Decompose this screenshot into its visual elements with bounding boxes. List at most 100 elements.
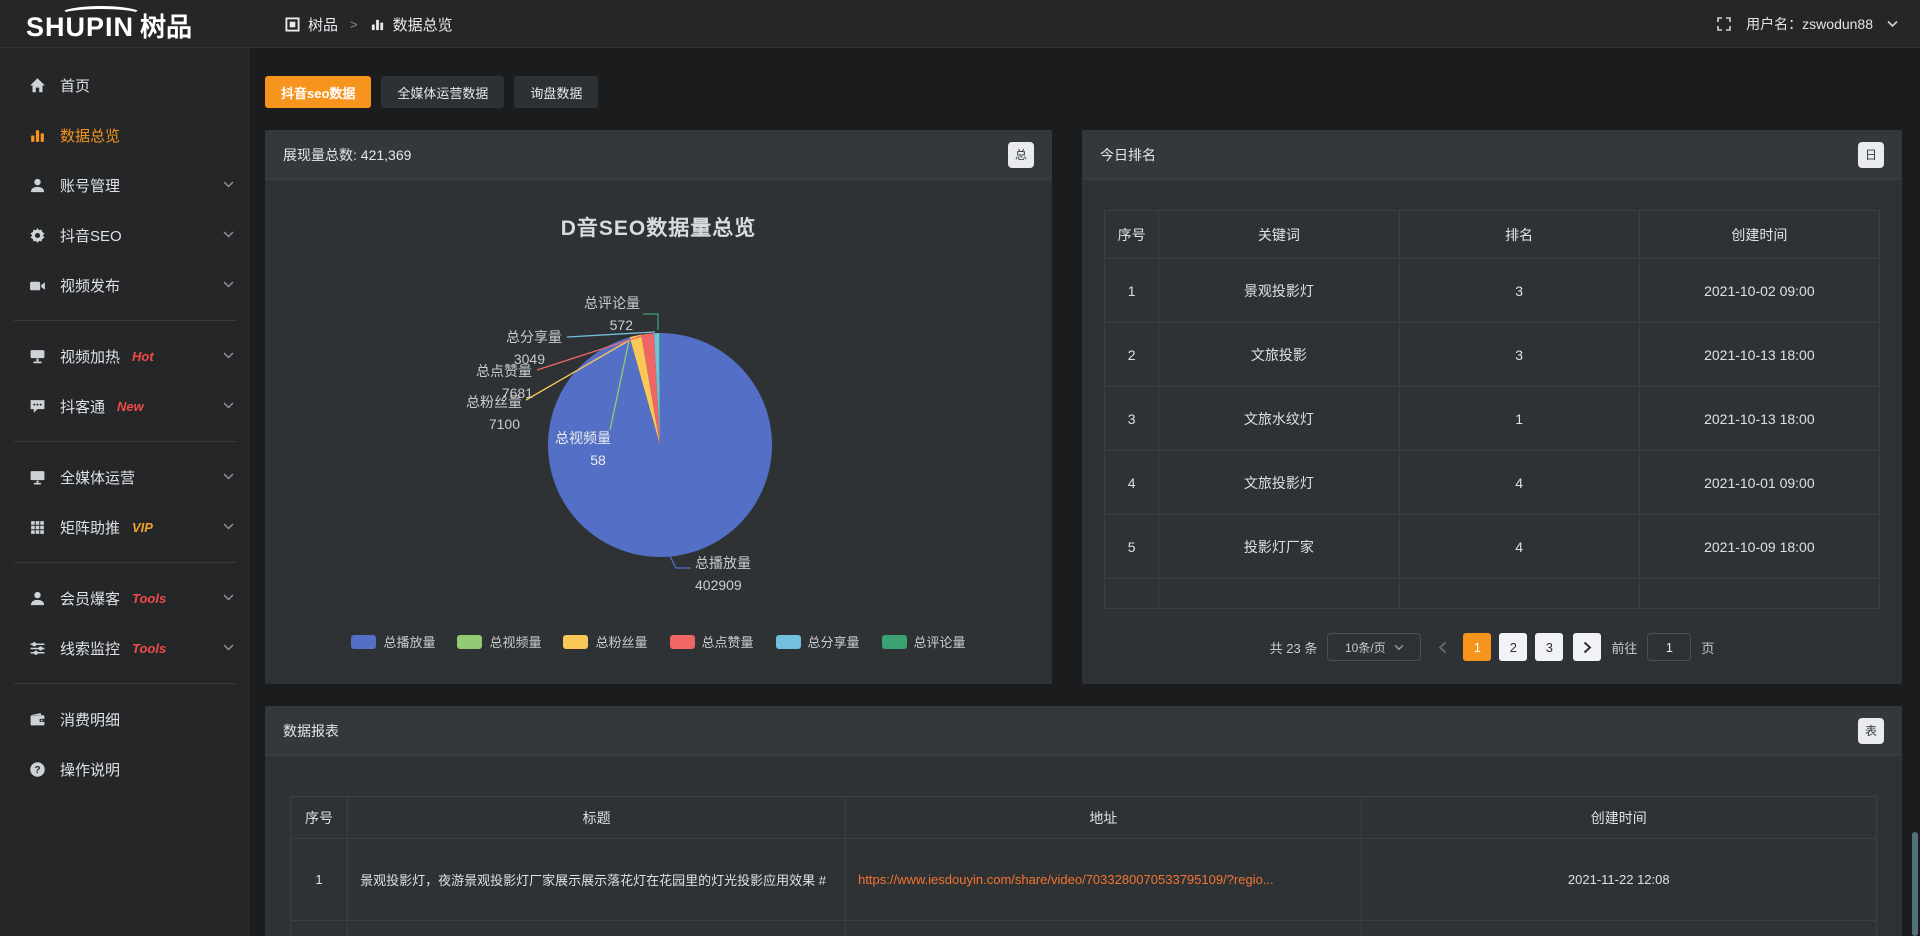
rank-cell: 5 [1105, 515, 1159, 579]
next-page-button[interactable] [1573, 633, 1601, 661]
total-view-button[interactable]: 总 [1008, 142, 1034, 168]
report-table-row-empty [291, 921, 1877, 936]
sidebar-item-data-overview[interactable]: 数据总览 [0, 110, 250, 160]
rank-column-header: 排名 [1399, 211, 1639, 259]
sidebar-item-media-ops[interactable]: 全媒体运营 [0, 452, 250, 502]
pie-label: 7100 [489, 416, 520, 432]
breadcrumb-separator: > [350, 17, 358, 32]
video-url-link[interactable]: https://www.iesdouyin.com/share/video/70… [858, 872, 1274, 887]
topbar: SHUPIN树品 树品 > 数据总览 用户名：zswodun88 [0, 0, 1920, 48]
sidebar-item-label: 视频加热 [60, 346, 120, 367]
legend-label: 总点赞量 [702, 632, 754, 651]
rank-cell: 3 [1399, 323, 1639, 387]
legend-swatch [776, 635, 801, 649]
rank-cell: 4 [1399, 451, 1639, 515]
chevron-down-icon [223, 521, 234, 532]
sidebar-item-douyin-seo[interactable]: 抖音SEO [0, 210, 250, 260]
pie-label: 572 [610, 317, 634, 333]
sidebar-item-home[interactable]: 首页 [0, 60, 250, 110]
breadcrumb-current: 数据总览 [393, 14, 453, 35]
report-table-row: 1景观投影灯，夜游景观投影灯厂家展示展示落花灯在花园里的灯光投影应用效果 #ht… [291, 839, 1877, 921]
sidebar-divider [14, 562, 236, 563]
legend-item-总评论量[interactable]: 总评论量 [882, 632, 966, 651]
page-button-1[interactable]: 1 [1463, 633, 1491, 661]
sidebar-item-label: 抖音SEO [60, 225, 122, 246]
legend-label: 总分享量 [808, 632, 860, 651]
goto-unit: 页 [1701, 638, 1714, 657]
chevron-down-icon [223, 592, 234, 603]
sidebar-item-video-heat[interactable]: 视频加热Hot [0, 331, 250, 381]
chevron-down-icon [223, 179, 234, 190]
legend-label: 总粉丝量 [595, 632, 647, 651]
sidebar-item-label: 消费明细 [60, 709, 120, 730]
sidebar-item-label: 线索监控 [60, 638, 120, 659]
fullscreen-icon[interactable] [1716, 16, 1732, 32]
daily-view-button[interactable]: 日 [1858, 142, 1884, 168]
rank-cell: 2021-10-13 18:00 [1639, 387, 1879, 451]
pie-chart: 总播放量402909总视频量58总粉丝量7100总点赞量7681总分享量3049… [265, 180, 1052, 684]
sidebar-item-label: 视频发布 [60, 275, 120, 296]
scrollbar-thumb[interactable] [1912, 832, 1918, 936]
rank-cell: 4 [1105, 451, 1159, 515]
sidebar-item-label: 数据总览 [60, 125, 120, 146]
sidebar-item-label: 账号管理 [60, 175, 120, 196]
tab-douyin-seo-data[interactable]: 抖音seo数据 [265, 76, 371, 108]
sidebar-item-badge: Tools [132, 641, 166, 656]
report-column-header: 创建时间 [1361, 797, 1876, 839]
username[interactable]: 用户名：zswodun88 [1746, 14, 1873, 34]
report-time-cell: 2021-11-22 12:08 [1361, 839, 1876, 921]
rank-table-row: 2文旅投影32021-10-13 18:00 [1105, 323, 1880, 387]
pie-label: 402909 [695, 577, 742, 593]
legend-item-总视频量[interactable]: 总视频量 [457, 632, 541, 651]
legend-label: 总播放量 [383, 632, 435, 651]
logo-arc [60, 6, 142, 22]
question-icon: ? [28, 760, 46, 778]
page-size-select[interactable]: 10条/页 [1327, 633, 1421, 661]
pie-label: 总播放量 [695, 555, 751, 571]
sidebar-item-clue-monitor[interactable]: 线索监控 Tools [0, 623, 250, 673]
chevron-down-icon[interactable] [1887, 20, 1898, 28]
table-view-button[interactable]: 表 [1858, 718, 1884, 744]
sidebar-item-member[interactable]: 会员爆客Tools [0, 573, 250, 623]
page-button-3[interactable]: 3 [1535, 633, 1563, 661]
sidebar-item-label: 会员爆客 [60, 588, 120, 609]
gear-icon [28, 226, 46, 244]
rank-cell: 3 [1105, 387, 1159, 451]
goto-page-input[interactable]: 1 [1647, 633, 1691, 661]
breadcrumb-root[interactable]: 树品 [308, 14, 338, 35]
sidebar-item-douketong[interactable]: 抖客通New [0, 381, 250, 431]
grid-icon [28, 518, 46, 536]
sidebar-item-help[interactable]: ? 操作说明 [0, 744, 250, 794]
legend-item-总播放量[interactable]: 总播放量 [351, 632, 435, 651]
sidebar-item-badge: VIP [132, 520, 153, 535]
legend-item-总粉丝量[interactable]: 总粉丝量 [563, 632, 647, 651]
prev-page-button[interactable] [1431, 641, 1453, 654]
sidebar-item-account[interactable]: 账号管理 [0, 160, 250, 210]
chevron-down-icon [223, 350, 234, 361]
rank-cell: 2 [1105, 323, 1159, 387]
legend-item-总点赞量[interactable]: 总点赞量 [670, 632, 754, 651]
rank-cell: 1 [1399, 387, 1639, 451]
rank-column-header: 创建时间 [1639, 211, 1879, 259]
chevron-left-icon [1438, 641, 1447, 654]
tab-inquiry-data[interactable]: 询盘数据 [514, 76, 598, 108]
rank-cell: 2021-10-01 09:00 [1639, 451, 1879, 515]
sidebar-item-consume[interactable]: 消费明细 [0, 694, 250, 744]
legend-swatch [670, 635, 695, 649]
sidebar-item-label: 操作说明 [60, 759, 120, 780]
tab-media-ops-data[interactable]: 全媒体运营数据 [381, 76, 504, 108]
chevron-down-icon [223, 642, 234, 653]
legend-item-总分享量[interactable]: 总分享量 [776, 632, 860, 651]
svg-text:?: ? [34, 765, 40, 776]
rank-cell [1159, 579, 1399, 609]
report-cell [846, 921, 1361, 936]
pie-label: 3049 [514, 351, 545, 367]
rank-cell: 3 [1399, 259, 1639, 323]
sidebar-item-video-publish[interactable]: 视频发布 [0, 260, 250, 310]
rank-cell: 文旅投影灯 [1159, 451, 1399, 515]
pie-label: 58 [590, 452, 606, 468]
page-button-2[interactable]: 2 [1499, 633, 1527, 661]
sidebar-divider [14, 441, 236, 442]
sidebar-item-label: 首页 [60, 75, 90, 96]
sidebar-item-matrix-boost[interactable]: 矩阵助推VIP [0, 502, 250, 552]
